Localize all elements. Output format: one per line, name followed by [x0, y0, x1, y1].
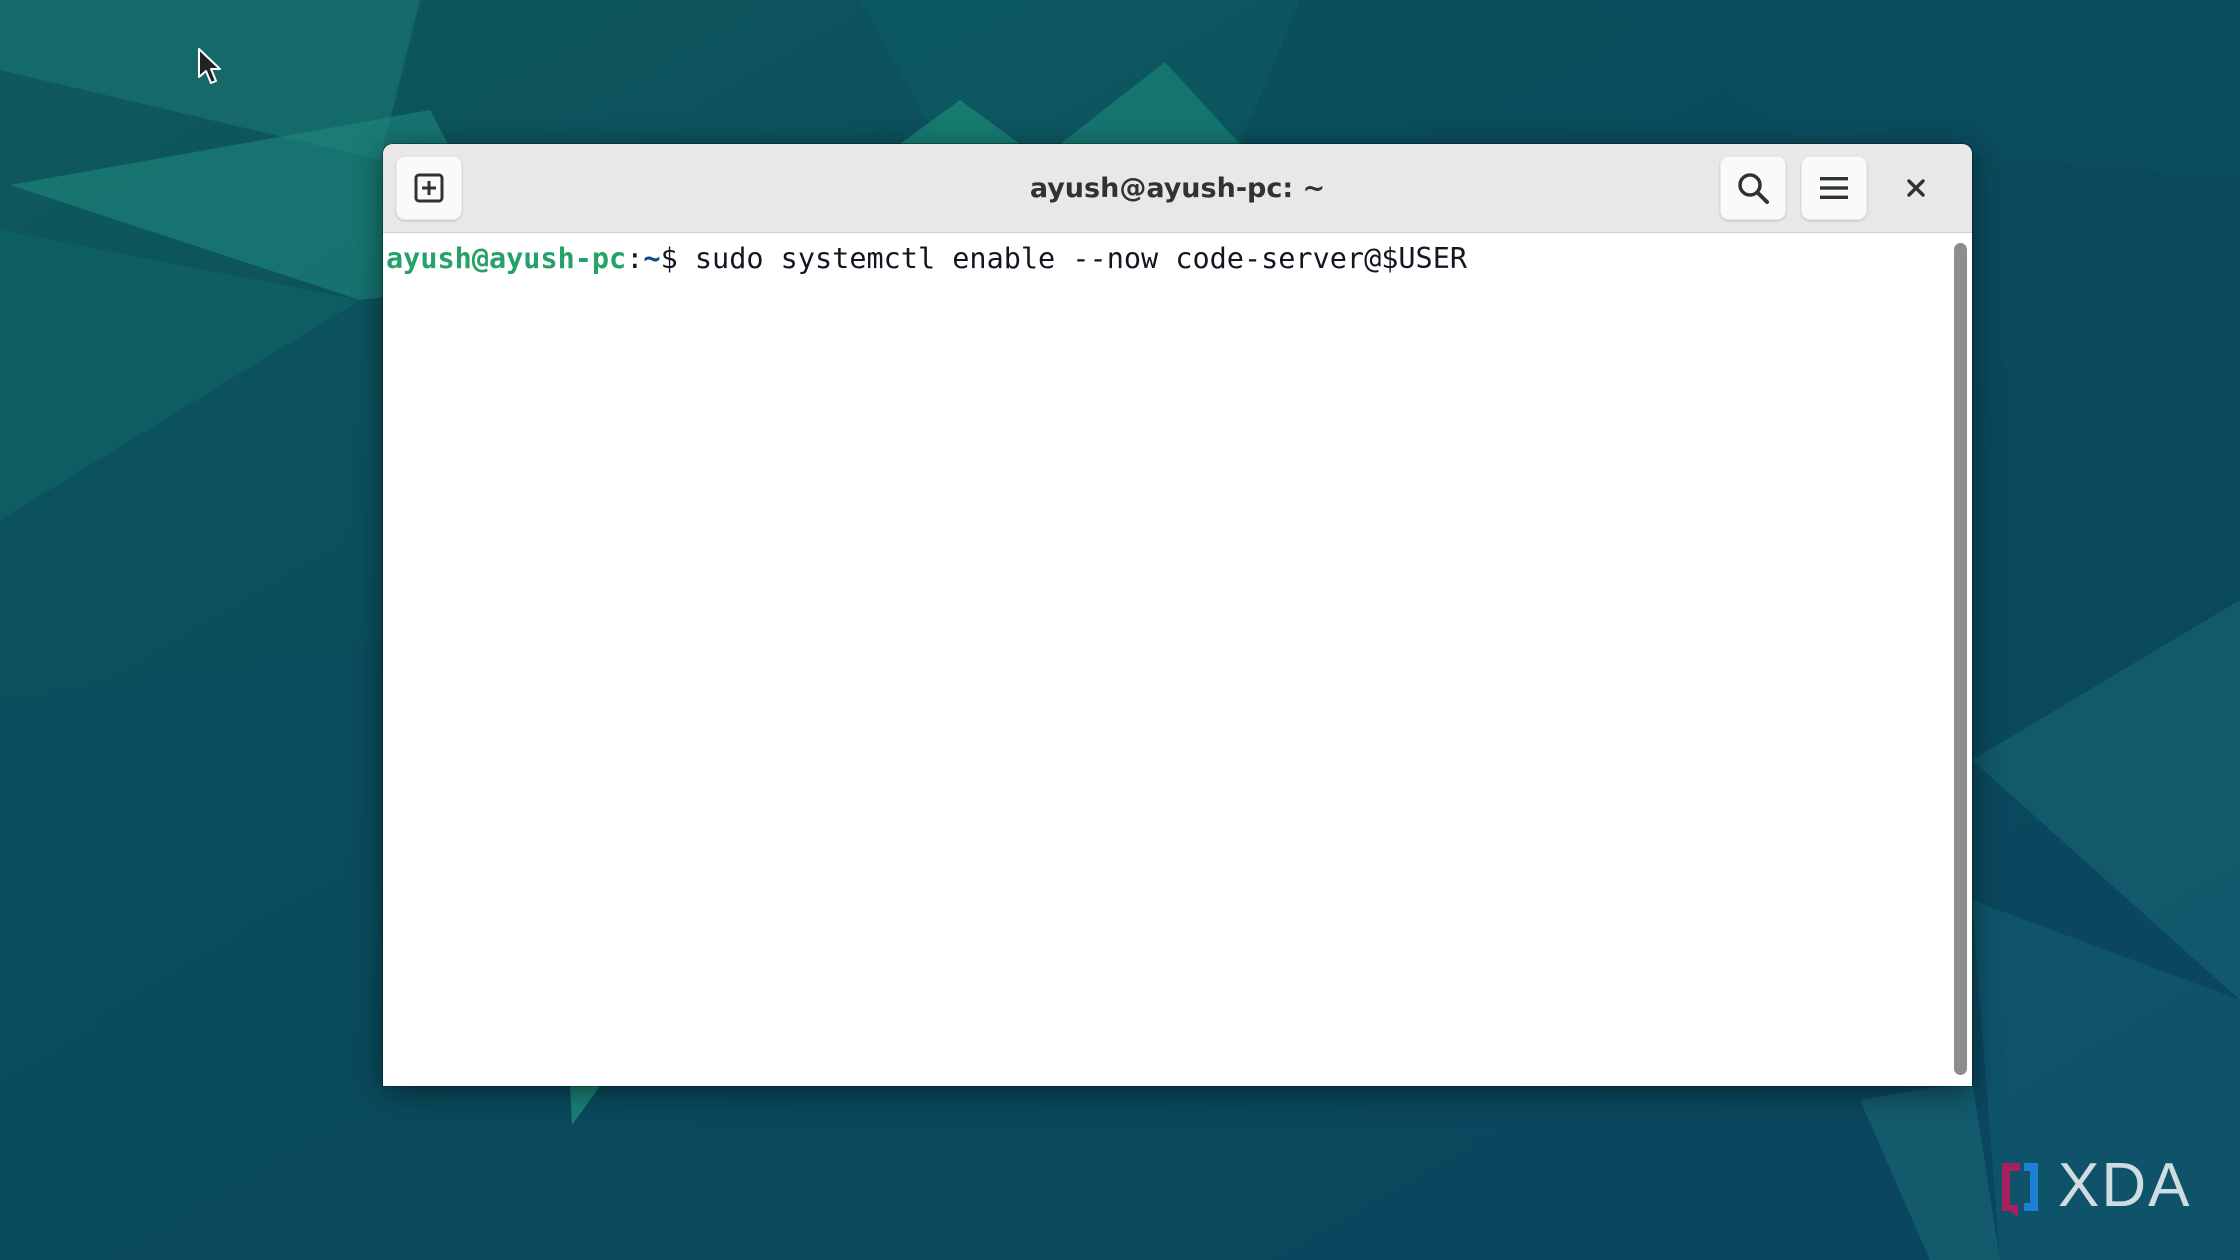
hamburger-menu-icon [1820, 177, 1848, 199]
xda-watermark-text: XDA [2058, 1151, 2192, 1220]
main-menu-button[interactable] [1801, 156, 1867, 220]
new-tab-icon [414, 173, 444, 203]
search-icon [1738, 173, 1769, 204]
mouse-pointer-icon [198, 48, 221, 84]
new-tab-button[interactable] [396, 156, 462, 220]
prompt-user-host: ayush@ayush-pc [386, 242, 627, 275]
prompt-separator: : [626, 242, 644, 275]
close-icon [1907, 179, 1925, 197]
command-text: sudo systemctl enable --now code-server@… [694, 242, 1468, 275]
terminal-window[interactable]: ayush@ayush-pc: ~ ayush@ayush-pc:~$ sudo… [383, 144, 1972, 1086]
terminal-content[interactable]: ayush@ayush-pc:~$ sudo systemctl enable … [383, 233, 1949, 1086]
scrollbar-thumb[interactable] [1954, 243, 1967, 1075]
prompt-path: ~ [643, 242, 661, 275]
prompt-symbol: $ [660, 242, 695, 275]
close-button[interactable] [1890, 162, 1942, 214]
terminal-scrollbar[interactable] [1949, 233, 1972, 1086]
window-title: ayush@ayush-pc: ~ [1029, 173, 1326, 204]
title-bar[interactable]: ayush@ayush-pc: ~ [383, 144, 1972, 233]
search-button[interactable] [1720, 156, 1786, 220]
